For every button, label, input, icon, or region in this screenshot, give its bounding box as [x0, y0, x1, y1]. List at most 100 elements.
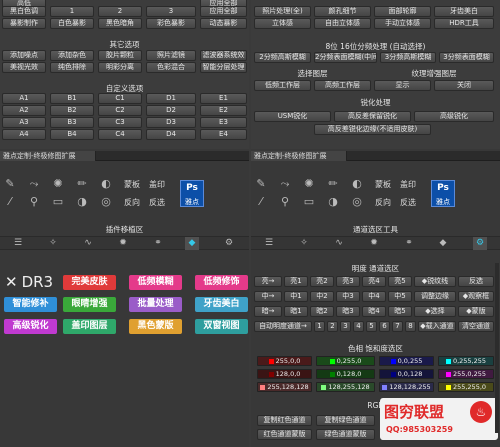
lum-bright-2[interactable]: 亮2	[310, 276, 334, 287]
lum-dark-4[interactable]: 暗4	[362, 306, 386, 317]
dodge-icon-right[interactable]: ◐	[350, 177, 364, 191]
burn-icon-right[interactable]: ◑	[326, 195, 340, 209]
teeth-whiten-button[interactable]: 牙齿美白	[195, 297, 248, 312]
burn-icon[interactable]: ◑	[75, 195, 89, 209]
top-row2-btn-1[interactable]: 黑白色调	[2, 6, 46, 17]
custom-A3[interactable]: A3	[2, 117, 46, 128]
custom-E4[interactable]: E4	[200, 129, 247, 140]
freq-btn-1[interactable]: 2分频高斯模糊	[254, 52, 311, 63]
copy-green-channel-button[interactable]: 复制绿色通道	[316, 415, 375, 426]
rt-row1-btn-3[interactable]: 面部轮廓	[374, 6, 431, 17]
dodge-icon[interactable]: ◐	[99, 177, 113, 191]
other-row2-btn-3[interactable]: 明彩分离	[98, 62, 142, 73]
advanced-sharpen-button[interactable]: 高级锐化	[414, 111, 494, 122]
reverse-select-label[interactable]: 反选	[149, 197, 165, 208]
custom-A1[interactable]: A1	[2, 93, 46, 104]
diamond-icon[interactable]: ◆	[185, 237, 199, 250]
auto-lum-3[interactable]: 3	[340, 321, 351, 332]
rt-row1-btn-1[interactable]: 照片处理(全)	[254, 6, 311, 17]
lum-bright-1[interactable]: 亮1	[284, 276, 308, 287]
diamond-icon-right[interactable]: ◆	[436, 237, 450, 250]
close-button[interactable]: 关闭	[434, 80, 494, 91]
usm-sharpen-button[interactable]: USM锐化	[254, 111, 331, 122]
sun-icon-right[interactable]: ✹	[367, 237, 381, 250]
rt-row1-btn-2[interactable]: 颜孔细节	[314, 6, 371, 17]
other-row2-btn-2[interactable]: 纯色排除	[50, 62, 94, 73]
lum-dark-1[interactable]: 暗1	[284, 306, 308, 317]
lum-dark-5[interactable]: 暗5	[388, 306, 412, 317]
gear-icon[interactable]: ⚙	[222, 237, 236, 250]
other-row2-btn-1[interactable]: 美视光效	[2, 62, 46, 73]
clear-channel-button[interactable]: 清空通道	[458, 321, 494, 332]
mask-label-right[interactable]: 蒙板	[375, 179, 391, 190]
left-panel-tab[interactable]: 雅点定制-终极修图扩展	[0, 151, 96, 161]
swatch-0-128-0[interactable]: 0,128,0	[316, 369, 375, 379]
right-panel-tab[interactable]: 雅点定制-终极修图扩展	[251, 151, 347, 161]
green-channel-mask-button[interactable]: 绿色通道蒙版	[316, 429, 375, 440]
swatch-128-0-0[interactable]: 128,0,0	[257, 369, 312, 379]
swatch-0-0-255[interactable]: 0,0,255	[379, 356, 434, 366]
target-icon[interactable]: ◎	[99, 195, 113, 209]
custom-A4[interactable]: A4	[2, 129, 46, 140]
dual-view-button[interactable]: 双窗视图	[195, 319, 248, 334]
swatch-0-255-0[interactable]: 0,255,0	[316, 356, 375, 366]
other-row1-btn-1[interactable]: 添加噪点	[2, 50, 46, 61]
target-icon-right[interactable]: ◎	[350, 195, 364, 209]
low-freq-blur-button[interactable]: 低频模糊	[129, 275, 182, 290]
list-icon[interactable]: ☰	[11, 237, 25, 250]
invert-label[interactable]: 反向	[124, 197, 140, 208]
lum-bright-3[interactable]: 亮3	[336, 276, 360, 287]
lum-mask[interactable]: ◆蒙版	[458, 306, 494, 317]
high-pass-sharpen-button[interactable]: 高反差保留锐化	[334, 111, 411, 122]
pencil-icon[interactable]: ✏	[75, 177, 89, 191]
other-row2-btn-5[interactable]: 智能分层处理	[200, 62, 247, 73]
smudge-icon-right[interactable]: ⤳	[278, 177, 292, 191]
eye-enhance-button[interactable]: 眼睛增强	[63, 297, 116, 312]
blur-icon[interactable]: ✺	[51, 177, 65, 191]
custom-D4[interactable]: D4	[146, 129, 196, 140]
top-row3-btn-2[interactable]: 白色暴影	[50, 18, 94, 29]
red-channel-mask-button[interactable]: 红色通道蒙版	[257, 429, 312, 440]
swatch-255-0-255[interactable]: 255,0,255	[438, 369, 494, 379]
high-freq-layer-button[interactable]: 高频工作层	[314, 80, 371, 91]
stamp-layer-button[interactable]: 盖印图层	[63, 319, 116, 334]
edge-sharpen-button[interactable]: 高反差锐化边缘(不适用皮肤)	[314, 124, 431, 135]
rt-row2-btn-3[interactable]: 手动立体感	[374, 18, 431, 29]
swatch-255-255-0[interactable]: 255,255,0	[438, 382, 494, 392]
eraser-icon[interactable]: ▭	[51, 195, 65, 209]
swatch-128-128-255[interactable]: 128,128,255	[379, 382, 434, 392]
perfect-skin-button[interactable]: 完美皮肤	[63, 275, 116, 290]
auto-lum-6[interactable]: 6	[379, 321, 390, 332]
lum-sharp-line[interactable]: ◆锐纹线	[414, 276, 456, 287]
smart-repair-button[interactable]: 智能修补	[4, 297, 57, 312]
lum-mid-2[interactable]: 中2	[310, 291, 334, 302]
other-row1-btn-2[interactable]: 添加杂色	[50, 50, 94, 61]
lum-bright-arrow[interactable]: 亮→	[254, 276, 282, 287]
top-row3-btn-4[interactable]: 彩色暴影	[146, 18, 196, 29]
top-row2-btn-2[interactable]: 1	[50, 6, 94, 17]
auto-lum-4[interactable]: 4	[353, 321, 364, 332]
blur-icon-right[interactable]: ✺	[302, 177, 316, 191]
batch-process-button[interactable]: 批量处理	[129, 297, 182, 312]
auto-lum-channel[interactable]: 自动明度通道→	[254, 321, 312, 332]
lum-mid-arrow[interactable]: 中→	[254, 291, 282, 302]
custom-D3[interactable]: D3	[146, 117, 196, 128]
rt-row2-btn-2[interactable]: 自由立体感	[314, 18, 371, 29]
stamp-icon-right[interactable]: ⚲	[278, 195, 292, 209]
lum-bright-4[interactable]: 亮4	[362, 276, 386, 287]
lum-dark-2[interactable]: 暗2	[310, 306, 334, 317]
auto-lum-2[interactable]: 2	[327, 321, 338, 332]
low-freq-layer-button[interactable]: 低频工作层	[254, 80, 311, 91]
wave-icon-right[interactable]: ∿	[332, 237, 346, 250]
custom-D2[interactable]: D2	[146, 105, 196, 116]
custom-C1[interactable]: C1	[98, 93, 142, 104]
swatch-0-255-255[interactable]: 0,255,255	[438, 356, 494, 366]
advanced-sharpen-big-button[interactable]: 高级锐化	[4, 319, 57, 334]
other-row1-btn-4[interactable]: 照片滤镜	[146, 50, 196, 61]
top-row2-btn-5[interactable]: 应用全部	[200, 6, 247, 17]
show-button[interactable]: 显示	[374, 80, 431, 91]
swatch-255-128-128[interactable]: 255,128,128	[257, 382, 312, 392]
black-mask-button[interactable]: 黑色蒙版	[129, 319, 182, 334]
freq-btn-3[interactable]: 3分频高斯模糊	[380, 52, 436, 63]
load-channel-button[interactable]: ◆载入通道	[418, 321, 456, 332]
